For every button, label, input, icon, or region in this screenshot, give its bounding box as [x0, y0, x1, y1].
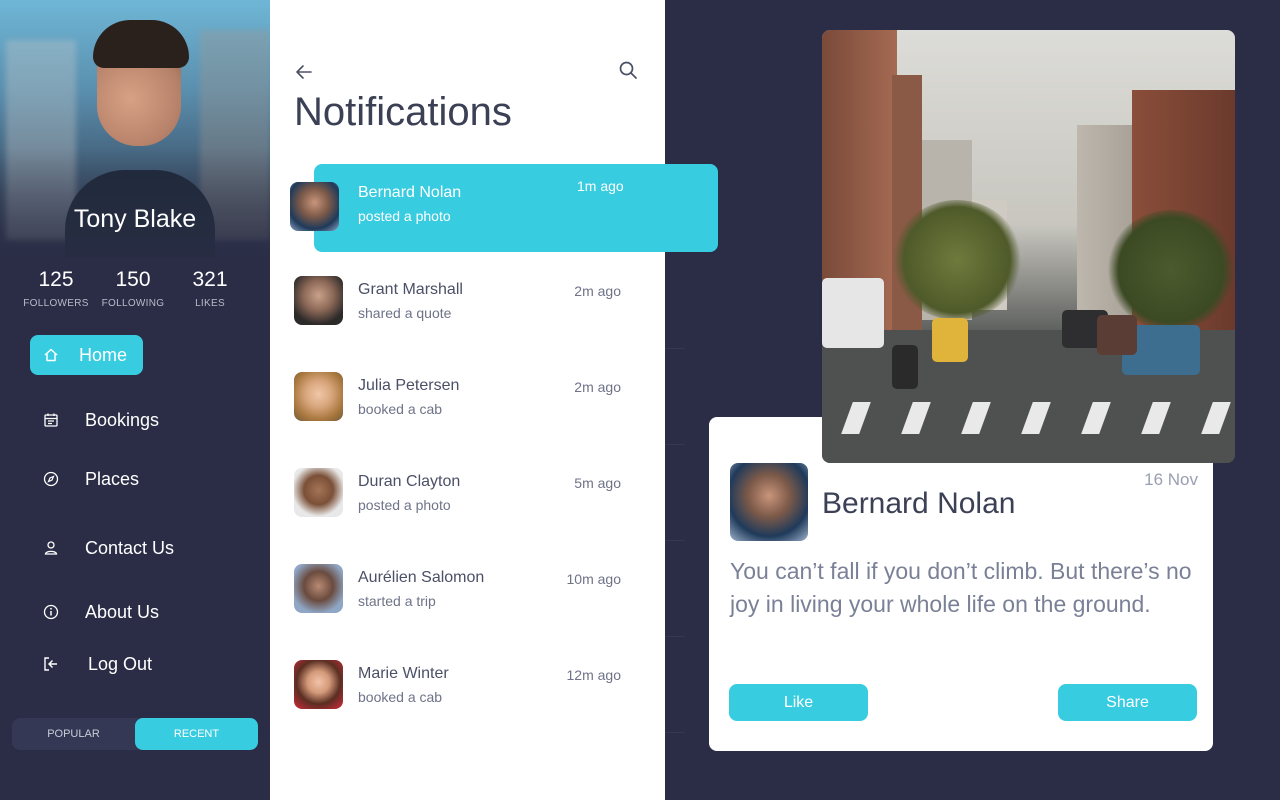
- notification-name: Bernard Nolan: [358, 184, 462, 201]
- stat-value: 321: [192, 268, 228, 291]
- home-icon: [40, 344, 62, 366]
- nav-item-label: Log Out: [88, 653, 153, 674]
- divider: [665, 444, 685, 445]
- stat-value: 125: [38, 268, 74, 291]
- info-icon: [40, 601, 62, 623]
- notifications-panel: Notifications Grant Marshall shared a qu…: [270, 0, 665, 800]
- user-icon: [40, 537, 62, 559]
- notification-action: posted a photo: [358, 208, 451, 224]
- stat-following[interactable]: 150 FOLLOWING: [95, 268, 171, 309]
- page-title: Notifications: [294, 90, 512, 134]
- stat-label: LIKES: [195, 298, 225, 309]
- notification-name: Marie Winter: [358, 665, 449, 682]
- nav-item-contact-us[interactable]: Contact Us: [30, 528, 174, 568]
- stat-label: FOLLOWING: [101, 298, 165, 309]
- avatar: [294, 276, 343, 325]
- avatar: [730, 463, 808, 541]
- sidebar: Tony Blake 125 FOLLOWERS 150 FOLLOWING 3…: [0, 0, 270, 800]
- divider: [665, 540, 685, 541]
- notification-time: 2m ago: [574, 379, 621, 395]
- notification-name: Grant Marshall: [358, 281, 463, 298]
- profile-stats: 125 FOLLOWERS 150 FOLLOWING 321 LIKES: [18, 268, 248, 309]
- notification-name: Duran Clayton: [358, 473, 461, 490]
- nav-item-bookings[interactable]: Bookings: [30, 400, 159, 440]
- nav-item-places[interactable]: Places: [30, 459, 139, 499]
- post-photo[interactable]: [822, 30, 1235, 463]
- notification-action: booked a cab: [358, 401, 443, 417]
- notification-time: 5m ago: [574, 475, 621, 491]
- notification-name: Julia Petersen: [358, 377, 460, 394]
- notification-item[interactable]: Julia Petersen booked a cab 2m ago: [270, 358, 665, 454]
- search-icon[interactable]: [616, 58, 640, 82]
- notification-item[interactable]: Aurélien Salomon started a trip 10m ago: [270, 550, 665, 646]
- share-button[interactable]: Share: [1058, 684, 1197, 721]
- stat-followers[interactable]: 125 FOLLOWERS: [18, 268, 94, 309]
- notification-name: Aurélien Salomon: [358, 569, 485, 586]
- nav-item-label: Contact Us: [85, 537, 175, 558]
- logout-icon: [40, 653, 62, 675]
- notification-item[interactable]: Duran Clayton posted a photo 5m ago: [270, 454, 665, 550]
- notification-action: shared a quote: [358, 305, 452, 321]
- post-author-name: Bernard Nolan: [822, 487, 1016, 520]
- stat-likes[interactable]: 321 LIKES: [172, 268, 248, 309]
- nav-item-label: Bookings: [85, 409, 160, 430]
- notification-time: 10m ago: [566, 571, 621, 587]
- notification-time: 12m ago: [566, 667, 621, 683]
- avatar: [294, 564, 343, 613]
- avatar: [290, 182, 339, 231]
- feed-toggle: POPULAR RECENT: [12, 718, 258, 750]
- notification-item[interactable]: Marie Winter booked a cab 12m ago: [270, 646, 665, 742]
- nav-item-about-us[interactable]: About Us: [30, 592, 159, 632]
- profile-name: Tony Blake: [73, 205, 197, 233]
- compass-icon: [40, 468, 62, 490]
- avatar: [294, 660, 343, 709]
- notification-time: 2m ago: [574, 283, 621, 299]
- notification-action: booked a cab: [358, 689, 443, 705]
- toggle-recent[interactable]: RECENT: [135, 718, 258, 750]
- post-quote: You can’t fall if you don’t climb. But t…: [730, 558, 1192, 617]
- notification-item[interactable]: Grant Marshall shared a quote 2m ago: [270, 262, 665, 358]
- nav-item-home[interactable]: Home: [30, 335, 143, 375]
- post-date: 16 Nov: [1144, 470, 1198, 489]
- divider: [665, 348, 685, 349]
- nav-item-log-out[interactable]: Log Out: [30, 644, 152, 684]
- like-button[interactable]: Like: [729, 684, 868, 721]
- toggle-popular[interactable]: POPULAR: [12, 718, 135, 750]
- notification-action: posted a photo: [358, 497, 451, 513]
- calendar-icon: [40, 409, 62, 431]
- nav-item-label: About Us: [85, 601, 160, 622]
- post-card: Bernard Nolan 16 Nov You can’t fall if y…: [709, 417, 1213, 751]
- stat-label: FOLLOWERS: [23, 298, 89, 309]
- nav-item-label: Places: [85, 468, 140, 489]
- stat-value: 150: [115, 268, 151, 291]
- nav-item-label: Home: [79, 344, 128, 365]
- notification-action: started a trip: [358, 593, 436, 609]
- divider: [665, 636, 685, 637]
- avatar: [294, 468, 343, 517]
- back-arrow-icon[interactable]: [292, 60, 316, 84]
- avatar: [294, 372, 343, 421]
- divider: [665, 732, 685, 733]
- notification-time: 1m ago: [577, 178, 624, 194]
